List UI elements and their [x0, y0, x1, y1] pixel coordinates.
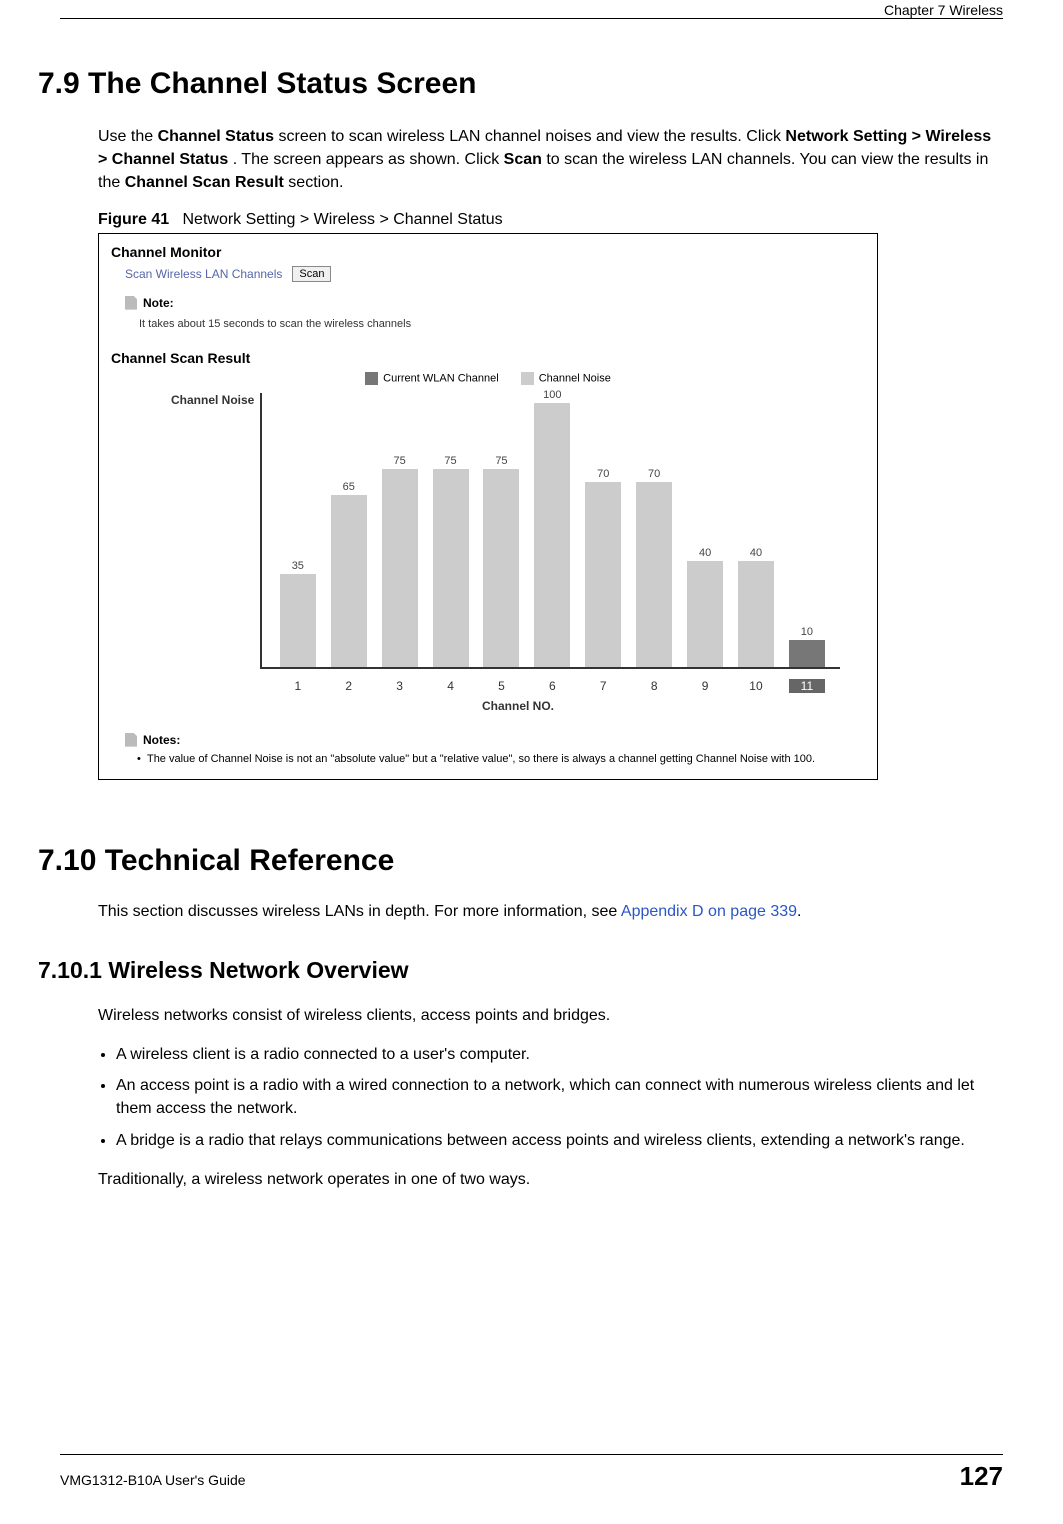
header-rule [60, 18, 1003, 19]
x-tick-label: 9 [687, 679, 723, 693]
y-axis-label: Channel Noise [171, 393, 254, 407]
chart-bar [585, 482, 621, 667]
section-heading-7-9: 7.9 The Channel Status Screen [38, 67, 1003, 101]
chapter-header: Chapter 7 Wireless [884, 0, 1003, 18]
bar-value-label: 75 [483, 455, 519, 467]
bar-value-label: 75 [433, 455, 469, 467]
bar-value-label: 100 [534, 389, 570, 401]
list-item: A wireless client is a radio connected t… [116, 1043, 1003, 1066]
appendix-link[interactable]: Appendix D on page 339 [621, 903, 797, 920]
chart-bar [280, 574, 316, 666]
x-axis [260, 667, 840, 669]
page-number: 127 [960, 1461, 1003, 1492]
bar-value-label: 35 [280, 560, 316, 572]
footer-rule [60, 1454, 1003, 1455]
footer-guide-title: VMG1312-B10A User's Guide [60, 1472, 246, 1488]
x-axis-label: Channel NO. [171, 699, 865, 713]
chart-legend: Current WLAN Channel Channel Noise [111, 372, 865, 385]
x-tick-label: 1 [280, 679, 316, 693]
scan-button[interactable]: Scan [292, 266, 331, 282]
x-tick-label: 7 [585, 679, 621, 693]
x-tick-label: 4 [433, 679, 469, 693]
bar-value-label: 65 [331, 481, 367, 493]
ref-paragraph: This section discusses wireless LANs in … [98, 900, 1003, 923]
bar-value-label: 70 [585, 468, 621, 480]
list-item: An access point is a radio with a wired … [116, 1074, 1003, 1120]
bar-value-label: 70 [636, 468, 672, 480]
x-tick-label: 6 [534, 679, 570, 693]
x-tick-label: 5 [483, 679, 519, 693]
chart-bar [687, 561, 723, 667]
scan-row: Scan Wireless LAN Channels Scan [125, 266, 865, 282]
x-tick-label: 11 [789, 679, 825, 693]
overview-list: A wireless client is a radio connected t… [98, 1043, 1003, 1152]
note-icon [125, 296, 137, 310]
legend-noise: Channel Noise [521, 372, 611, 385]
overview-intro: Wireless networks consist of wireless cl… [98, 1004, 1003, 1027]
chart: Channel Noise 35165275375475510067077084… [171, 393, 865, 693]
chart-bar [331, 495, 367, 667]
chart-bar [433, 469, 469, 667]
notes-label: Notes: [143, 733, 180, 747]
chart-bar [534, 403, 570, 667]
y-axis [260, 393, 262, 669]
notes-icon [125, 733, 137, 747]
figure-box: Channel Monitor Scan Wireless LAN Channe… [98, 233, 878, 780]
chart-bar [636, 482, 672, 667]
chart-bar [483, 469, 519, 667]
section-heading-7-10-1: 7.10.1 Wireless Network Overview [38, 957, 1003, 984]
bar-value-label: 10 [789, 626, 825, 638]
bar-value-label: 40 [687, 547, 723, 559]
bar-value-label: 75 [382, 455, 418, 467]
note-text: It takes about 15 seconds to scan the wi… [139, 318, 865, 330]
section-7-10-1-body: Wireless networks consist of wireless cl… [98, 1004, 1003, 1191]
overview-closing: Traditionally, a wireless network operat… [98, 1168, 1003, 1191]
section-7-9-body: Use the Channel Status screen to scan wi… [98, 125, 1003, 780]
swatch-noise-icon [521, 372, 534, 385]
x-tick-label: 10 [738, 679, 774, 693]
note-label: Note: [143, 296, 174, 310]
section-7-10-body: This section discusses wireless LANs in … [98, 900, 1003, 923]
list-item: A bridge is a radio that relays communic… [116, 1129, 1003, 1152]
chart-bar [789, 640, 825, 666]
chart-bar [382, 469, 418, 667]
intro-paragraph: Use the Channel Status screen to scan wi… [98, 125, 1003, 195]
scan-label: Scan Wireless LAN Channels [125, 267, 282, 281]
scan-result-title: Channel Scan Result [111, 350, 865, 366]
x-tick-label: 8 [636, 679, 672, 693]
chart-bar [738, 561, 774, 667]
x-tick-label: 2 [331, 679, 367, 693]
notes-bullet: • The value of Channel Noise is not an "… [137, 753, 865, 765]
section-heading-7-10: 7.10 Technical Reference [38, 844, 1003, 878]
page-footer: VMG1312-B10A User's Guide 127 [60, 1454, 1003, 1492]
note-row: Note: [125, 296, 865, 310]
legend-current: Current WLAN Channel [365, 372, 499, 385]
channel-monitor-title: Channel Monitor [111, 244, 865, 260]
swatch-current-icon [365, 372, 378, 385]
bar-value-label: 40 [738, 547, 774, 559]
x-tick-label: 3 [382, 679, 418, 693]
page-container: Chapter 7 Wireless 7.9 The Channel Statu… [0, 0, 1063, 1524]
plot-area: 351652753754755100670770840940101011 [260, 393, 840, 693]
notes-footer-row: Notes: [125, 733, 865, 747]
figure-caption: Figure 41 Network Setting > Wireless > C… [98, 211, 1003, 229]
